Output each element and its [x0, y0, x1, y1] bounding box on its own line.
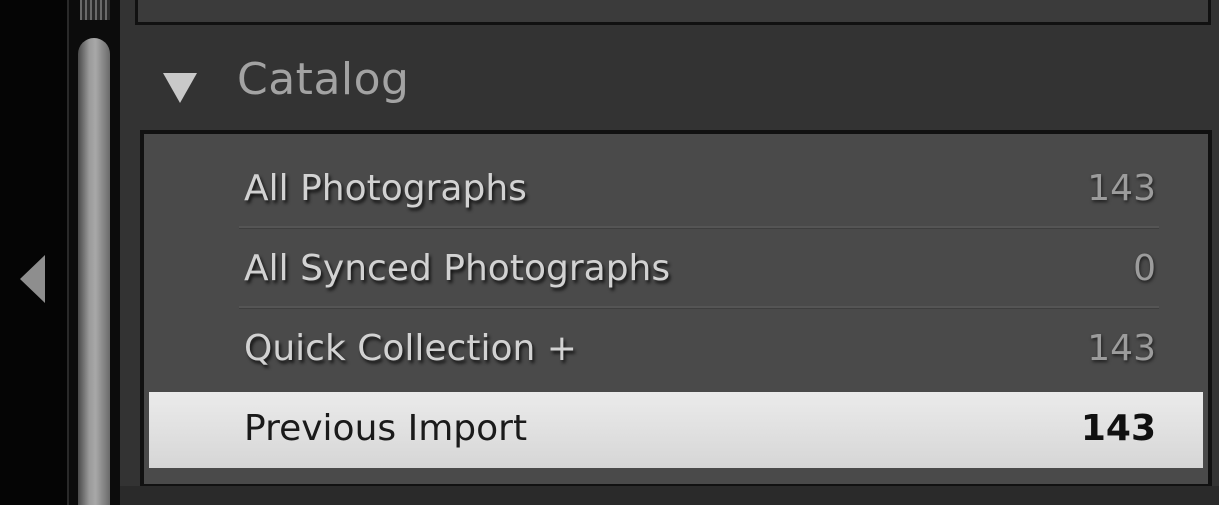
catalog-item-quick-collection[interactable]: Quick Collection + 143 [144, 312, 1208, 392]
row-divider [239, 306, 1159, 309]
catalog-title: Catalog [237, 54, 410, 105]
catalog-item-label: Previous Import [244, 408, 528, 449]
catalog-panel-header[interactable]: Catalog [135, 40, 1215, 130]
panel-bottom-strip [120, 486, 1219, 505]
catalog-item-label: All Photographs [244, 168, 527, 209]
catalog-item-label: Quick Collection + [244, 328, 577, 369]
catalog-item-all-photographs[interactable]: All Photographs 143 [144, 152, 1208, 232]
catalog-item-all-synced-photographs[interactable]: All Synced Photographs 0 [144, 232, 1208, 312]
panel-edge [0, 0, 67, 505]
scrollbar-thumb[interactable] [78, 38, 110, 505]
disclosure-triangle-icon[interactable] [163, 73, 197, 103]
catalog-item-previous-import[interactable]: Previous Import 143 [149, 392, 1203, 468]
scrollbar-grip[interactable] [80, 0, 110, 20]
catalog-item-count: 143 [1080, 408, 1156, 449]
catalog-list: All Photographs 143 All Synced Photograp… [140, 130, 1212, 488]
catalog-item-count: 0 [1133, 248, 1156, 289]
row-divider [239, 226, 1159, 229]
previous-panel-edge [135, 0, 1211, 25]
catalog-item-label: All Synced Photographs [244, 248, 671, 289]
catalog-item-count: 143 [1087, 328, 1156, 369]
collapse-panel-arrow-icon[interactable] [20, 255, 45, 303]
catalog-item-count: 143 [1087, 168, 1156, 209]
lightroom-left-panel: Catalog All Photographs 143 All Synced P… [0, 0, 1225, 505]
